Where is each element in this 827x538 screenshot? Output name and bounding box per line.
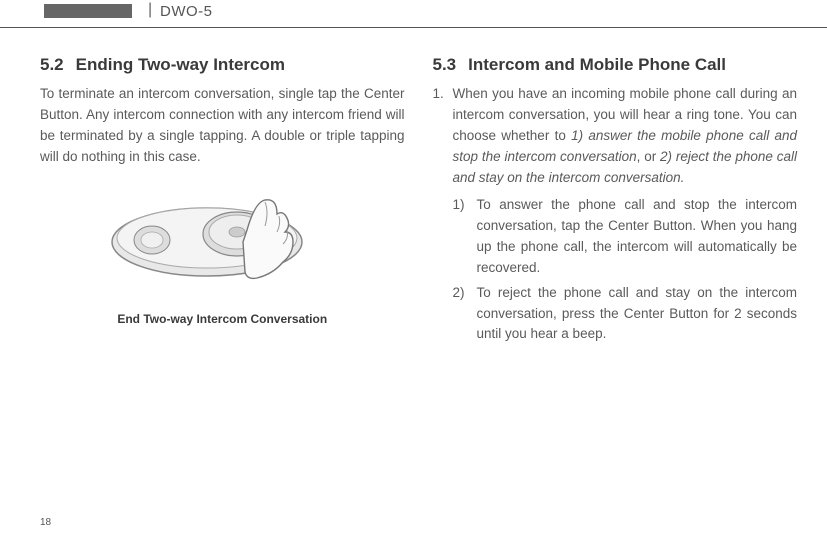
- list-item-body: When you have an incoming mobile phone c…: [453, 84, 798, 345]
- section-5-2-heading: 5.2 Ending Two-way Intercom: [40, 52, 405, 78]
- section-5-2-paragraph: To terminate an intercom conversation, s…: [40, 84, 405, 168]
- text-run: , or: [637, 149, 660, 164]
- figure-caption: End Two-way Intercom Conversation: [92, 310, 352, 329]
- page-header: | DWO-5: [0, 0, 827, 28]
- section-5-3-heading: 5.3 Intercom and Mobile Phone Call: [433, 52, 798, 78]
- list-item-number: 2): [453, 283, 477, 346]
- device-tap-illustration: [97, 182, 347, 302]
- section-number: 5.3: [433, 52, 457, 78]
- column-right: 5.3 Intercom and Mobile Phone Call 1. Wh…: [433, 52, 798, 345]
- list-item-number: 1.: [433, 84, 453, 345]
- list-item-number: 1): [453, 195, 477, 279]
- list-item-body: To answer the phone call and stop the in…: [477, 195, 798, 279]
- numbered-sub-list: 1) To answer the phone call and stop the…: [453, 195, 798, 345]
- section-number: 5.2: [40, 52, 64, 78]
- section-title: Ending Two-way Intercom: [76, 54, 285, 75]
- section-title: Intercom and Mobile Phone Call: [468, 54, 726, 75]
- list-item: 2) To reject the phone call and stay on …: [453, 283, 798, 346]
- header-brand-bar: [44, 4, 132, 18]
- list-item-body: To reject the phone call and stay on the…: [477, 283, 798, 346]
- column-left: 5.2 Ending Two-way Intercom To terminate…: [40, 52, 405, 345]
- page-number: 18: [40, 517, 51, 528]
- figure-end-intercom: End Two-way Intercom Conversation: [92, 182, 352, 329]
- header-model-label: DWO-5: [160, 3, 213, 20]
- numbered-list: 1. When you have an incoming mobile phon…: [433, 84, 798, 345]
- list-item: 1) To answer the phone call and stop the…: [453, 195, 798, 279]
- header-divider: |: [148, 1, 152, 19]
- page-content: 5.2 Ending Two-way Intercom To terminate…: [0, 28, 827, 345]
- list-item: 1. When you have an incoming mobile phon…: [433, 84, 798, 345]
